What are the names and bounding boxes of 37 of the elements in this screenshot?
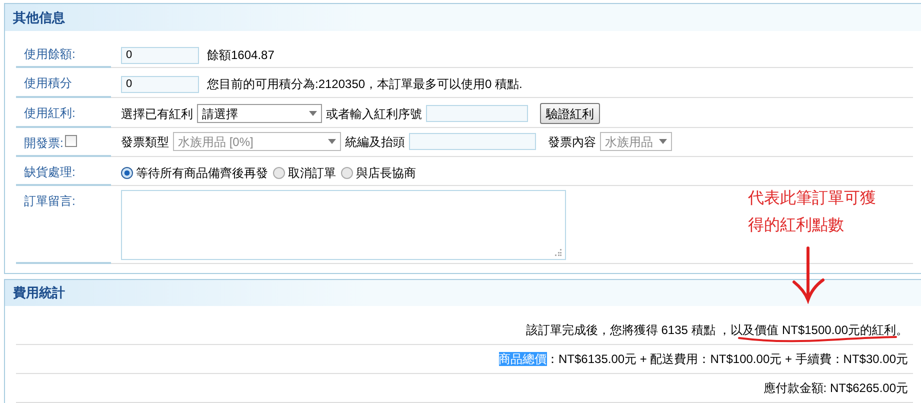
input-field[interactable]: 0: [121, 76, 199, 92]
input-label: 統編及抬頭: [345, 134, 405, 150]
caret-icon: [659, 139, 667, 144]
verify-button[interactable]: 驗證紅利: [540, 103, 600, 124]
field-label: 使用餘額:: [24, 46, 76, 63]
info-text: 您目前的可用積分為:2120350，本訂單最多可以使用0 積點.: [207, 76, 522, 93]
caret-icon: [309, 111, 317, 116]
select-label: 選擇已有紅利: [121, 106, 193, 122]
select-label: 發票內容: [548, 134, 596, 150]
summary-text: 商品總價：NT$6135.00元 + 配送費用：NT$100.00元 + 手續費：NT$30.00元: [498, 351, 908, 368]
input-field[interactable]: [426, 105, 528, 122]
section-header: 其他信息: [5, 4, 921, 31]
field-label: 訂單留言:: [24, 193, 76, 210]
annotation-text: 代表此筆訂單可獲: [748, 190, 876, 208]
radio-button[interactable]: [341, 167, 353, 179]
input-field[interactable]: [409, 133, 536, 150]
radio-label[interactable]: 取消訂單: [288, 164, 336, 182]
message-textarea[interactable]: [121, 190, 566, 260]
radio-button[interactable]: [121, 167, 133, 179]
section-header: 費用統計: [5, 280, 921, 306]
input-field[interactable]: 0: [121, 46, 199, 64]
resize-grip-icon: [555, 249, 562, 256]
select-label: 發票類型: [121, 134, 169, 150]
radio-button[interactable]: [273, 167, 285, 179]
radio-label[interactable]: 等待所有商品備齊後再發: [136, 164, 268, 182]
info-text: 餘額1604.87: [207, 47, 274, 64]
field-label: 缺貨處理:: [24, 164, 76, 181]
field-label: 使用積分: [24, 75, 72, 92]
field-label: 開發票:: [24, 135, 64, 152]
dropdown[interactable]: 請選擇: [197, 104, 322, 123]
radio-label[interactable]: 與店長協商: [356, 164, 416, 182]
annotation-text: 得的紅利點數: [748, 217, 845, 235]
field-label: 使用紅利:: [24, 105, 76, 122]
input-label: 或者輸入紅利序號: [326, 106, 422, 122]
summary-text: 應付款金額: NT$6265.00元: [763, 380, 908, 397]
caret-icon: [328, 139, 336, 144]
summary-text: 該訂單完成後，您將獲得 6135 積點 ，以及價值 NT$1500.00元的紅利。: [526, 322, 908, 339]
